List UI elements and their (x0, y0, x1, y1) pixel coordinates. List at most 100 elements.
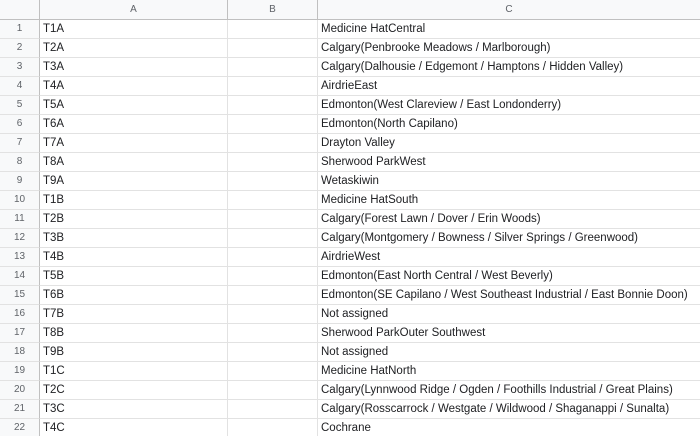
cell-c[interactable]: Calgary(Forest Lawn / Dover / Erin Woods… (318, 210, 700, 229)
row-number[interactable]: 18 (0, 343, 40, 362)
cell-a[interactable]: T1C (40, 362, 228, 381)
cell-a[interactable]: T5B (40, 267, 228, 286)
table-row: 8 T8A Sherwood ParkWest (0, 153, 700, 172)
select-all-corner[interactable] (0, 0, 40, 19)
cell-c[interactable]: Edmonton(SE Capilano / West Southeast In… (318, 286, 700, 305)
row-number[interactable]: 11 (0, 210, 40, 229)
cell-a[interactable]: T3A (40, 58, 228, 77)
cell-c[interactable]: Calgary(Dalhousie / Edgemont / Hamptons … (318, 58, 700, 77)
row-number[interactable]: 8 (0, 153, 40, 172)
cell-b[interactable] (228, 58, 318, 77)
column-header-c[interactable]: C (318, 0, 700, 19)
row-number[interactable]: 17 (0, 324, 40, 343)
cell-b[interactable] (228, 115, 318, 134)
row-number[interactable]: 20 (0, 381, 40, 400)
cell-a[interactable]: T9A (40, 172, 228, 191)
row-number[interactable]: 1 (0, 20, 40, 39)
row-number[interactable]: 9 (0, 172, 40, 191)
cell-c[interactable]: Drayton Valley (318, 134, 700, 153)
table-row: 1 T1A Medicine HatCentral (0, 20, 700, 39)
cell-b[interactable] (228, 96, 318, 115)
cell-c[interactable]: Calgary(Montgomery / Bowness / Silver Sp… (318, 229, 700, 248)
cell-a[interactable]: T7A (40, 134, 228, 153)
cell-b[interactable] (228, 286, 318, 305)
cell-b[interactable] (228, 229, 318, 248)
cell-b[interactable] (228, 381, 318, 400)
cell-b[interactable] (228, 343, 318, 362)
row-number[interactable]: 4 (0, 77, 40, 96)
cell-b[interactable] (228, 248, 318, 267)
cell-b[interactable] (228, 400, 318, 419)
cell-a[interactable]: T4B (40, 248, 228, 267)
spreadsheet-grid: A B C 1 T1A Medicine HatCentral 2 T2A Calgary… (0, 0, 700, 436)
cell-c[interactable]: AirdrieWest (318, 248, 700, 267)
row-number[interactable]: 15 (0, 286, 40, 305)
column-header-b[interactable]: B (228, 0, 318, 19)
cell-b[interactable] (228, 419, 318, 436)
cell-c[interactable]: Not assigned (318, 305, 700, 324)
cell-a[interactable]: T7B (40, 305, 228, 324)
row-number[interactable]: 7 (0, 134, 40, 153)
table-row: 5 T5A Edmonton(West Clareview / East Londo… (0, 96, 700, 115)
cell-c[interactable]: Edmonton(North Capilano) (318, 115, 700, 134)
cell-a[interactable]: T8B (40, 324, 228, 343)
cell-a[interactable]: T5A (40, 96, 228, 115)
cell-a[interactable]: T9B (40, 343, 228, 362)
cell-c[interactable]: Calgary(Penbrooke Meadows / Marlborough) (318, 39, 700, 58)
row-number[interactable]: 22 (0, 419, 40, 436)
cell-c[interactable]: Sherwood ParkWest (318, 153, 700, 172)
cell-a[interactable]: T6B (40, 286, 228, 305)
cell-b[interactable] (228, 134, 318, 153)
cell-b[interactable] (228, 324, 318, 343)
cell-c[interactable]: Medicine HatSouth (318, 191, 700, 210)
row-number[interactable]: 5 (0, 96, 40, 115)
column-header-a[interactable]: A (40, 0, 228, 19)
cell-a[interactable]: T2A (40, 39, 228, 58)
cell-a[interactable]: T3B (40, 229, 228, 248)
cell-a[interactable]: T4C (40, 419, 228, 436)
row-number[interactable]: 2 (0, 39, 40, 58)
table-row: 21 T3C Calgary(Rosscarrock / Westgate / Wi… (0, 400, 700, 419)
cell-c[interactable]: Cochrane (318, 419, 700, 436)
cell-c[interactable]: Wetaskiwin (318, 172, 700, 191)
cell-b[interactable] (228, 305, 318, 324)
cell-a[interactable]: T3C (40, 400, 228, 419)
cell-b[interactable] (228, 153, 318, 172)
cell-a[interactable]: T4A (40, 77, 228, 96)
cell-b[interactable] (228, 77, 318, 96)
grid-body: 1 T1A Medicine HatCentral 2 T2A Calgary(Penbr… (0, 20, 700, 436)
row-number[interactable]: 21 (0, 400, 40, 419)
cell-b[interactable] (228, 362, 318, 381)
cell-c[interactable]: Calgary(Rosscarrock / Westgate / Wildwoo… (318, 400, 700, 419)
table-row: 2 T2A Calgary(Penbrooke Meadows / Marlboro… (0, 39, 700, 58)
cell-b[interactable] (228, 172, 318, 191)
cell-a[interactable]: T1A (40, 20, 228, 39)
cell-c[interactable]: AirdrieEast (318, 77, 700, 96)
cell-c[interactable]: Calgary(Lynnwood Ridge / Ogden / Foothil… (318, 381, 700, 400)
row-number[interactable]: 14 (0, 267, 40, 286)
cell-a[interactable]: T1B (40, 191, 228, 210)
table-row: 13 T4B AirdrieWest (0, 248, 700, 267)
row-number[interactable]: 12 (0, 229, 40, 248)
cell-a[interactable]: T6A (40, 115, 228, 134)
row-number[interactable]: 16 (0, 305, 40, 324)
cell-b[interactable] (228, 267, 318, 286)
cell-a[interactable]: T2B (40, 210, 228, 229)
cell-a[interactable]: T8A (40, 153, 228, 172)
row-number[interactable]: 6 (0, 115, 40, 134)
row-number[interactable]: 13 (0, 248, 40, 267)
cell-c[interactable]: Medicine HatNorth (318, 362, 700, 381)
cell-c[interactable]: Edmonton(East North Central / West Bever… (318, 267, 700, 286)
row-number[interactable]: 10 (0, 191, 40, 210)
cell-c[interactable]: Medicine HatCentral (318, 20, 700, 39)
cell-b[interactable] (228, 191, 318, 210)
cell-a[interactable]: T2C (40, 381, 228, 400)
cell-b[interactable] (228, 20, 318, 39)
cell-c[interactable]: Not assigned (318, 343, 700, 362)
cell-c[interactable]: Sherwood ParkOuter Southwest (318, 324, 700, 343)
cell-c[interactable]: Edmonton(West Clareview / East Londonder… (318, 96, 700, 115)
row-number[interactable]: 19 (0, 362, 40, 381)
row-number[interactable]: 3 (0, 58, 40, 77)
cell-b[interactable] (228, 39, 318, 58)
cell-b[interactable] (228, 210, 318, 229)
